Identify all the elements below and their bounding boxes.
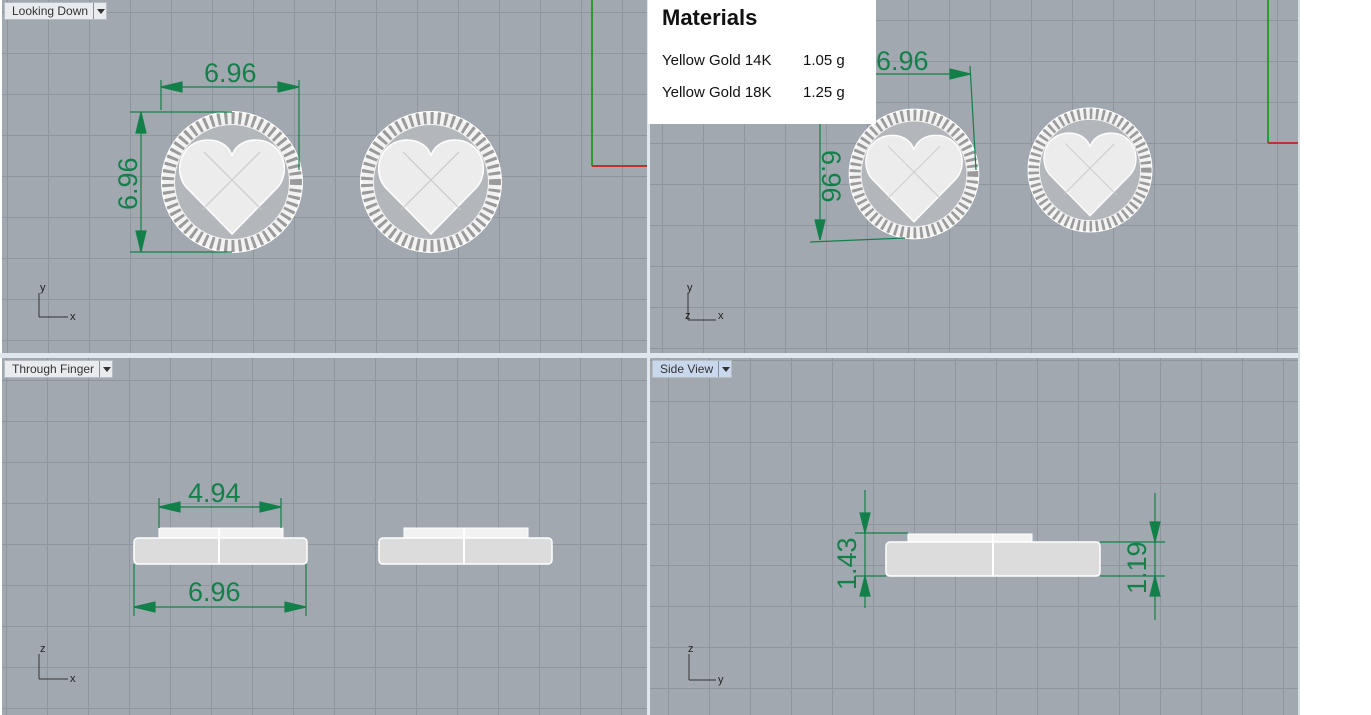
viewport-label-text: Looking Down — [12, 4, 89, 18]
earring-top-view-2 — [360, 111, 502, 253]
axis-indicator — [687, 293, 716, 321]
axis-z-label: z — [688, 643, 694, 655]
viewport-through-finger[interactable]: 4.94 6.96 z x Through Finger — [2, 358, 647, 715]
earring-front-view-2 — [378, 527, 553, 565]
viewport-label-text: Side View — [660, 362, 714, 376]
axis-z-label: z — [685, 310, 691, 322]
earring-perspective-1 — [848, 108, 980, 240]
chevron-down-icon[interactable] — [718, 361, 731, 377]
material-name: Yellow Gold 18K — [662, 84, 772, 101]
viewport-label-looking-down[interactable]: Looking Down — [4, 2, 108, 20]
axis-indicator — [38, 293, 68, 318]
dim-width-label: 6.96 — [204, 58, 257, 88]
dim-width-label: 6.96 — [876, 46, 929, 76]
material-weight: 1.25 g — [803, 84, 845, 101]
chevron-down-icon[interactable] — [93, 3, 106, 19]
materials-title: Materials — [662, 5, 758, 30]
axis-y-label: y — [687, 282, 693, 294]
axis-x-label: x — [70, 311, 76, 323]
dim-height-label: 6.96 — [113, 157, 143, 210]
material-name: Yellow Gold 14K — [662, 52, 772, 69]
dim-bottom-label: 6.96 — [188, 577, 241, 607]
viewport-label-through-finger[interactable]: Through Finger — [4, 360, 114, 378]
earring-side-view — [885, 533, 1101, 577]
dim-left-label: 1.43 — [832, 537, 862, 590]
viewport-label-side-view[interactable]: Side View — [652, 360, 733, 378]
axis-y-label: y — [40, 282, 46, 294]
chevron-down-icon[interactable] — [99, 361, 112, 377]
axis-x-label: x — [718, 310, 724, 322]
axis-indicator — [38, 654, 68, 680]
viewport-label-text: Through Finger — [12, 362, 95, 376]
side-view-scene: 1.43 1.19 z y — [688, 490, 1165, 686]
dim-height-label: 6.96 — [816, 150, 846, 203]
earring-perspective-2 — [1027, 107, 1153, 233]
through-finger-scene: 4.94 6.96 z x — [38, 478, 553, 685]
material-weight: 1.05 g — [803, 52, 845, 69]
viewport-side-view[interactable]: 1.43 1.19 z y Side View — [650, 358, 1298, 715]
materials-panel: Materials Yellow Gold 14K 1.05 g Yellow … — [648, 0, 876, 124]
axis-indicator — [688, 654, 716, 681]
dim-top-label: 4.94 — [188, 478, 241, 508]
axis-x-label: x — [70, 673, 76, 685]
earring-top-view-1 — [161, 111, 303, 253]
axis-z-label: z — [40, 643, 46, 655]
earring-front-view-1 — [133, 527, 308, 565]
dim-right-label: 1.19 — [1122, 541, 1152, 594]
looking-down-scene: 6.96 6.96 y x — [38, 0, 647, 323]
viewport-looking-down[interactable]: 6.96 6.96 y x Looking Down — [2, 0, 647, 353]
axis-y-label: y — [718, 674, 724, 686]
right-panel-strip — [1298, 0, 1371, 715]
